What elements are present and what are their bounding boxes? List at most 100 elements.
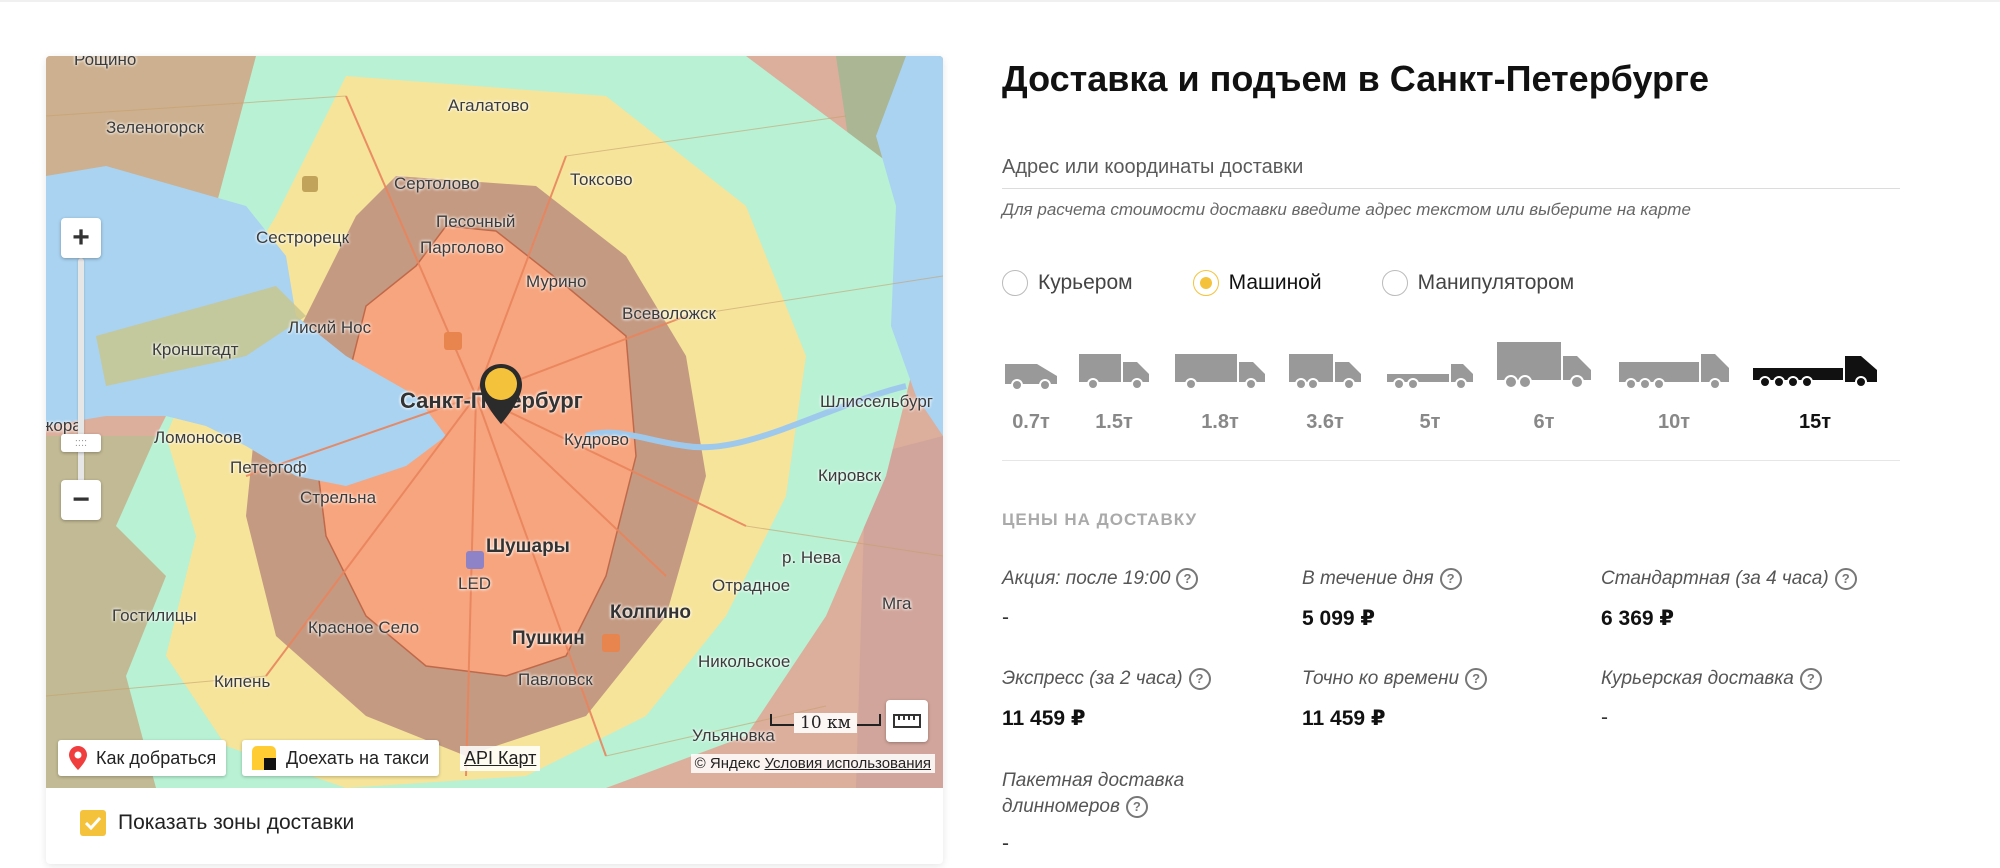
truck-15t-icon — [1753, 356, 1877, 388]
price-label: Стандартная (за 4 часа) — [1601, 568, 1829, 589]
price-value: - — [1002, 832, 1009, 855]
vehicle-capacity-label: 1.5т — [1095, 411, 1133, 433]
show-zones-label: Показать зоны доставки — [118, 811, 355, 834]
vehicle-option-1.8t[interactable]: 1.8т — [1172, 344, 1268, 434]
map-label-sertolovo: Сертолово — [394, 174, 480, 193]
copyright-text: © Яндекс — [694, 755, 761, 772]
map-label-peterhof: Петергоф — [230, 458, 307, 477]
price-label: Экспресс (за 2 часа) — [1002, 668, 1183, 689]
map-label-sestroretsk: Сестрорецк — [256, 228, 350, 247]
vehicle-option-1.5t[interactable]: 1.5т — [1076, 344, 1152, 434]
map-label-zelenogorsk: Зеленогорск — [106, 118, 205, 137]
price-value: 11 459 ₽ — [1302, 707, 1386, 730]
truck-medium-icon — [1175, 354, 1265, 390]
map-label-pargolovo: Парголово — [420, 238, 504, 257]
vehicle-option-3.6t[interactable]: 3.6т — [1286, 344, 1364, 434]
price-label: В течение дня — [1302, 568, 1434, 589]
vehicle-capacity-label: 15т — [1798, 411, 1832, 433]
help-icon[interactable]: ? — [1125, 795, 1148, 818]
map-label-ulyanovka: Ульяновка — [692, 726, 775, 745]
route-button-label: Как добраться — [96, 747, 217, 768]
address-input[interactable] — [1002, 146, 1900, 189]
price-value: 5 099 ₽ — [1302, 607, 1375, 630]
help-icon[interactable]: ? — [1188, 667, 1211, 690]
vehicle-capacity-label: 6т — [1533, 411, 1555, 433]
price-item-long-packages: Пакетная доставка длинномеров? - — [1002, 768, 1212, 856]
address-hint: Для расчета стоимости доставки введите а… — [1002, 200, 1691, 219]
vehicle-capacity-label: 5т — [1419, 411, 1441, 433]
zoom-slider-track[interactable] — [78, 258, 84, 518]
vehicle-capacity-label: 10т — [1657, 411, 1691, 433]
terms-link[interactable]: Условия использования — [765, 755, 932, 772]
zoom-slider-handle[interactable]: :::: — [61, 434, 101, 452]
map-label-agalatovo: Агалатово — [448, 96, 529, 115]
api-maps-link[interactable]: API Карт — [460, 746, 541, 771]
vehicle-selector: 0.7т 1.5т 1.8т 3.6т 5т 6т 10т 15т — [1002, 342, 1902, 434]
truck-small-icon — [1079, 354, 1149, 390]
radio-circle-icon[interactable] — [1381, 270, 1408, 296]
truck-large-icon — [1497, 342, 1591, 389]
price-item-courier: Курьерская доставка? - — [1601, 666, 1891, 730]
help-icon[interactable]: ? — [1439, 567, 1462, 590]
vehicle-option-10t[interactable]: 10т — [1616, 344, 1732, 434]
radio-selected-icon[interactable] — [1192, 270, 1219, 296]
ruler-button[interactable] — [886, 700, 928, 742]
price-label: Курьерская доставка — [1601, 668, 1794, 689]
vehicle-option-5t[interactable]: 5т — [1384, 344, 1476, 434]
help-icon[interactable]: ? — [1799, 667, 1822, 690]
map-marker-icon — [69, 746, 87, 770]
map-label-kronshtadt: Кронштадт — [152, 340, 239, 359]
route-button[interactable]: Как добраться — [58, 740, 227, 776]
map-scale-label: 10 км — [794, 713, 857, 733]
map-label-kipen: Кипень — [214, 672, 271, 691]
zoom-in-button[interactable]: + — [61, 218, 101, 258]
delivery-method-label: Машиной — [1228, 271, 1322, 294]
map-label-mga: Мга — [882, 594, 912, 613]
delivery-method-manipulator[interactable]: Манипулятором — [1381, 270, 1575, 296]
map-label-gostilitsy: Гостилицы — [112, 606, 197, 625]
vehicle-option-0.7t[interactable]: 0.7т — [1002, 344, 1060, 434]
show-zones-toggle[interactable]: Показать зоны доставки — [80, 810, 354, 836]
help-icon[interactable]: ? — [1176, 567, 1199, 590]
map-label-krasnoe-selo: Красное Село — [308, 618, 420, 637]
delivery-method-label: Курьером — [1038, 271, 1133, 294]
map-label-kudrovo: Кудрово — [564, 430, 629, 449]
map-label-roshchino: Рощино — [74, 56, 137, 69]
map-label-lomonosov: Ломоносов — [154, 428, 242, 447]
delivery-method-label: Манипулятором — [1417, 271, 1575, 294]
help-icon[interactable]: ? — [1465, 667, 1488, 690]
map-label-pushkin: Пушкин — [512, 628, 585, 649]
vehicle-option-15t[interactable]: 15т — [1750, 344, 1880, 434]
price-value: - — [1002, 606, 1009, 629]
price-item-during-day: В течение дня? 5 099 ₽ — [1302, 566, 1592, 631]
location-pin-icon[interactable] — [478, 362, 524, 431]
top-divider — [0, 0, 2000, 2]
map-label-vsevolozhsk: Всеволожск — [622, 304, 716, 323]
map-label-pavlovsk: Павловск — [518, 670, 593, 689]
taxi-icon — [252, 746, 276, 770]
price-value: - — [1601, 706, 1608, 729]
map-label-shlisselburg: Шлиссельбург — [820, 392, 933, 411]
vehicle-capacity-label: 0.7т — [1012, 411, 1050, 433]
delivery-map[interactable]: Рощино Зеленогорск Агалатово Сертолово Т… — [46, 56, 943, 788]
taxi-button[interactable]: Доехать на такси — [242, 740, 440, 776]
prices-heading: ЦЕНЫ НА ДОСТАВКУ — [1002, 510, 1198, 529]
price-label: Пакетная доставка длинномеров — [1002, 770, 1185, 817]
map-label-murino: Мурино — [526, 272, 587, 291]
map-label-shushary: Шушары — [486, 536, 570, 557]
map-label-led: LED — [458, 574, 492, 593]
vehicle-capacity-label: 1.8т — [1201, 411, 1239, 433]
zoom-out-button[interactable]: − — [61, 480, 101, 520]
delivery-method-car[interactable]: Машиной — [1192, 270, 1322, 296]
delivery-method-courier[interactable]: Курьером — [1002, 270, 1133, 296]
show-zones-checkbox[interactable] — [80, 810, 106, 836]
help-icon[interactable]: ? — [1834, 567, 1857, 590]
checkmark-icon — [84, 816, 102, 830]
vehicle-option-6t[interactable]: 6т — [1494, 342, 1594, 434]
map-label-pesochny: Песочный — [436, 212, 516, 231]
price-label: Акция: после 19:00 — [1002, 568, 1171, 589]
radio-circle-icon[interactable] — [1002, 270, 1028, 296]
flatbed-truck-icon — [1387, 364, 1473, 390]
map-label-toksovo: Токсово — [570, 170, 633, 189]
zoom-control: + :::: − — [61, 218, 101, 558]
